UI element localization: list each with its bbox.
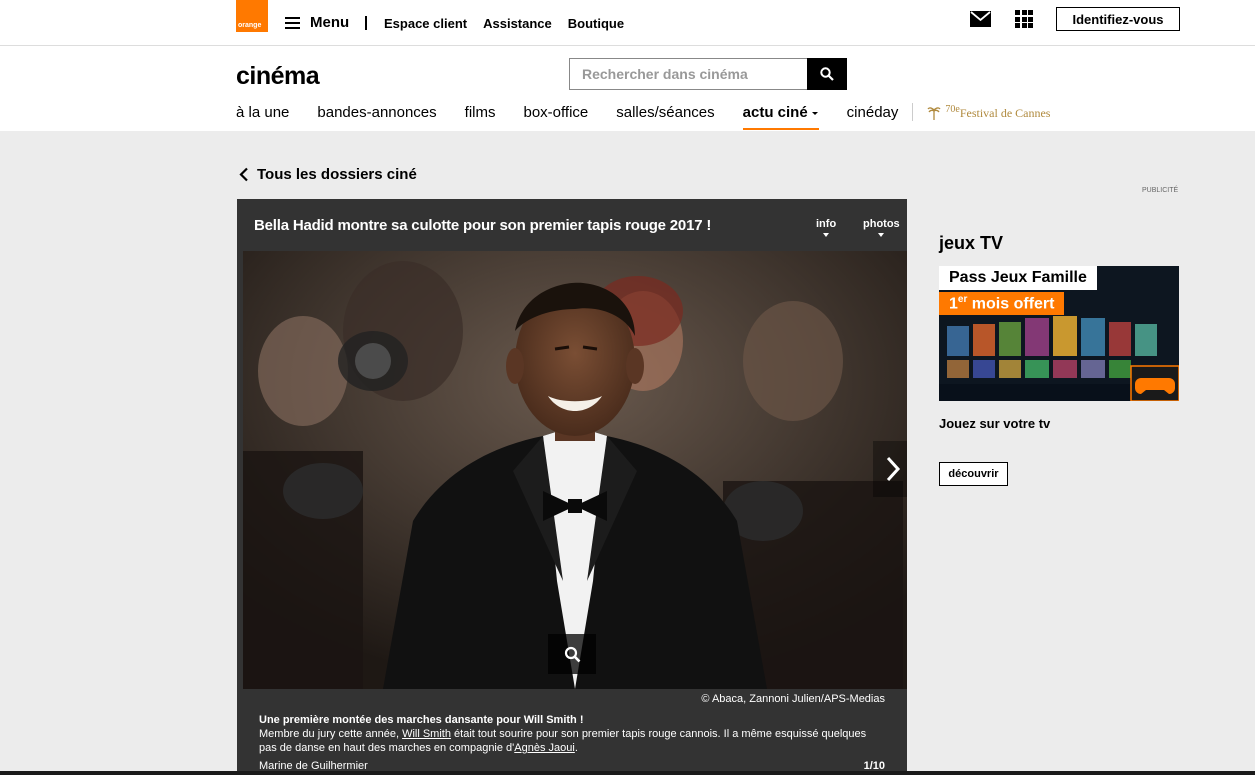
menu-label: Menu	[310, 14, 350, 31]
apps-grid-icon[interactable]	[1015, 10, 1033, 28]
tab-photos-label: photos	[863, 218, 900, 230]
tab-photos[interactable]: photos	[863, 218, 900, 237]
ad-banner[interactable]: Pass Jeux Famille 1er mois offert	[939, 266, 1179, 401]
back-link[interactable]: Tous les dossiers ciné	[239, 166, 417, 183]
nav-films[interactable]: films	[465, 104, 496, 130]
chevron-left-icon	[239, 167, 248, 182]
nav-bandes-annonces[interactable]: bandes-annonces	[317, 104, 436, 130]
ad-text: Jouez sur votre tv	[939, 416, 1051, 431]
mail-icon[interactable]	[970, 11, 991, 32]
search-icon	[820, 67, 834, 81]
nav-divider	[912, 103, 914, 121]
photo-credit: © Abaca, Zannoni Julien/APS-Medias	[701, 693, 885, 705]
caption-text: Membre du jury cette année, Will Smith é…	[259, 728, 867, 754]
nav-cineday[interactable]: cinéday	[847, 104, 899, 130]
photo-illustration	[243, 251, 907, 689]
main-nav: à la une bandes-annonces films box-offic…	[236, 103, 1050, 130]
search-button[interactable]	[807, 58, 847, 90]
site-header: cinéma à la une bandes-annonces films bo…	[0, 46, 1255, 131]
logo-text: orange	[238, 22, 262, 29]
slide-caption: Une première montée des marches dansante…	[259, 713, 885, 755]
next-slide-button[interactable]	[873, 441, 907, 497]
nav-a-la-une[interactable]: à la une	[236, 104, 289, 130]
tab-info-label: info	[816, 218, 837, 230]
advertising-label: PUBLICITÉ	[1142, 187, 1179, 194]
caret-down-icon	[878, 233, 885, 237]
nav-actu-cine[interactable]: actu ciné	[742, 103, 819, 130]
ad-title: jeux TV	[939, 233, 1004, 253]
site-title[interactable]: cinéma	[236, 62, 320, 91]
chevron-right-icon	[886, 456, 901, 482]
ad-banner-line2: 1er mois offert	[939, 292, 1065, 316]
cannes-text: 70eFestival de Cannes	[945, 103, 1051, 120]
bottom-edge	[0, 771, 1255, 775]
back-link-label: Tous les dossiers ciné	[257, 166, 417, 183]
link-espace-client[interactable]: Espace client	[384, 16, 467, 31]
top-bar: orange Menu Espace client Assistance Bou…	[0, 0, 1255, 46]
link-boutique[interactable]: Boutique	[568, 16, 624, 31]
palm-icon	[927, 107, 941, 120]
photo-slideshow: Bella Hadid montre sa culotte pour son p…	[237, 199, 907, 775]
link-will-smith[interactable]: Will Smith	[402, 728, 451, 740]
hamburger-icon	[285, 16, 300, 29]
login-button[interactable]: Identifiez-vous	[1056, 7, 1180, 31]
menu-button[interactable]: Menu	[285, 14, 349, 31]
link-agnes-jaoui[interactable]: Agnès Jaoui	[514, 742, 575, 754]
caret-down-icon	[811, 111, 818, 115]
slide-photo[interactable]	[243, 251, 907, 689]
nav-box-office[interactable]: box-office	[523, 104, 588, 130]
nav-actu-cine-label: actu ciné	[742, 103, 808, 121]
slideshow-title: Bella Hadid montre sa culotte pour son p…	[254, 217, 712, 234]
caret-down-icon	[823, 233, 830, 237]
ad-banner-line1: Pass Jeux Famille	[939, 266, 1097, 290]
search-bar	[569, 58, 847, 90]
nav-salles-seances[interactable]: salles/séances	[616, 104, 714, 130]
tab-info[interactable]: info	[816, 218, 836, 237]
discover-button[interactable]: découvrir	[939, 462, 1008, 486]
cannes-festival-logo[interactable]: 70eFestival de Cannes	[927, 104, 1050, 121]
search-icon	[564, 646, 580, 662]
caption-heading: Une première montée des marches dansante…	[259, 714, 584, 726]
divider	[365, 16, 367, 30]
link-assistance[interactable]: Assistance	[483, 16, 552, 31]
orange-logo[interactable]: orange	[236, 0, 268, 32]
top-links: Espace client Assistance Boutique	[384, 16, 624, 31]
search-input[interactable]	[569, 58, 807, 90]
zoom-button[interactable]	[548, 634, 596, 674]
